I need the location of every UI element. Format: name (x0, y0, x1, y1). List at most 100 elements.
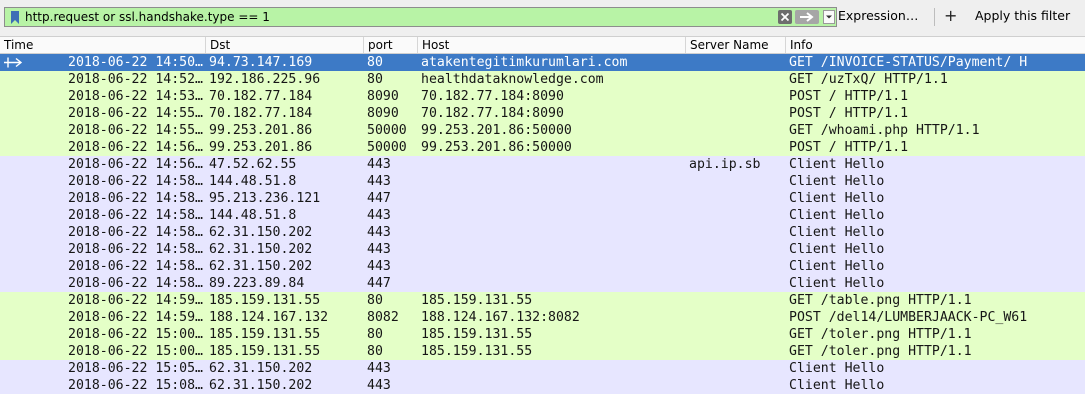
cell-host: healthdataknowledge.com (421, 72, 604, 87)
cell-dst: 99.253.201.86 (209, 123, 313, 138)
packet-row[interactable]: 2018-06-22 15:00… 185.159.131.55 80 185.159… (0, 343, 1085, 360)
cell-info: GET /uzTxQ/ HTTP/1.1 (789, 72, 948, 87)
cell-time: 2018-06-22 14:59… (68, 310, 203, 325)
packet-row[interactable]: 2018-06-22 14:58… 62.31.150.202 443 Client … (0, 224, 1085, 241)
cell-time: 2018-06-22 15:00… (68, 327, 203, 342)
cell-port: 443 (367, 361, 391, 376)
cell-port: 80 (367, 344, 383, 359)
cell-server-name (685, 360, 786, 377)
packet-row[interactable]: 2018-06-22 14:53… 70.182.77.184 8090 70.182… (0, 88, 1085, 105)
cell-time: 2018-06-22 15:00… (68, 344, 203, 359)
display-filter-input[interactable] (25, 8, 765, 26)
cell-server-name (685, 343, 786, 360)
bookmark-icon[interactable] (11, 11, 19, 24)
display-filter-field[interactable] (4, 7, 837, 27)
cell-port: 443 (367, 378, 391, 393)
cell-host: 188.124.167.132:8082 (421, 310, 580, 325)
packet-row-selected[interactable]: 2018-06-22 14:50… 94.73.147.169 80 atakente… (0, 54, 1085, 71)
packet-row[interactable]: 2018-06-22 14:56… 47.52.62.55 443 api.ip.sb… (0, 156, 1085, 173)
cell-info: Client Hello (789, 378, 885, 393)
cell-time: 2018-06-22 14:58… (68, 174, 203, 189)
cell-dst: 70.182.77.184 (209, 106, 313, 121)
cell-dst: 192.186.225.96 (209, 72, 321, 87)
cell-host (417, 258, 685, 275)
cell-dst: 62.31.150.202 (209, 242, 313, 257)
cell-time: 2018-06-22 14:58… (68, 208, 203, 223)
cell-port: 80 (367, 327, 383, 342)
cell-info: GET /INVOICE-STATUS/Payment/ H (789, 55, 1028, 70)
cell-server-name (685, 224, 786, 241)
packet-row[interactable]: 2018-06-22 14:56… 99.253.201.86 50000 99.25… (0, 139, 1085, 156)
packet-row[interactable]: 2018-06-22 14:58… 95.213.236.121 447 Client… (0, 190, 1085, 207)
cell-server-name (685, 139, 786, 156)
cell-server-name (685, 292, 786, 309)
cell-info: Client Hello (789, 276, 885, 291)
packet-list-header: Time Dst port Host Server Name Info (0, 36, 1085, 54)
packet-row[interactable]: 2018-06-22 15:00… 185.159.131.55 80 185.159… (0, 326, 1085, 343)
column-header-dst[interactable]: Dst (205, 37, 363, 53)
expression-button[interactable]: Expression… (838, 8, 918, 26)
packet-row[interactable]: 2018-06-22 14:55… 99.253.201.86 50000 99.25… (0, 122, 1085, 139)
cell-dst: 144.48.51.8 (209, 174, 297, 189)
clear-filter-icon[interactable] (778, 10, 792, 24)
cell-info: POST / HTTP/1.1 (789, 140, 909, 155)
cell-time: 2018-06-22 14:58… (68, 259, 203, 274)
cell-time: 2018-06-22 14:59… (68, 293, 203, 308)
column-header-time[interactable]: Time (0, 37, 205, 53)
cell-dst: 95.213.236.121 (209, 191, 321, 206)
cell-dst: 62.31.150.202 (209, 378, 313, 393)
column-header-port[interactable]: port (363, 37, 417, 53)
cell-server-name (685, 207, 786, 224)
cell-info: Client Hello (789, 361, 885, 376)
toolbar-separator (934, 8, 935, 26)
cell-server-name (685, 275, 786, 292)
packet-row[interactable]: 2018-06-22 14:59… 188.124.167.132 8082 188.… (0, 309, 1085, 326)
cell-host (417, 156, 685, 173)
apply-this-filter-button[interactable]: Apply this filter (975, 8, 1070, 23)
cell-dst: 99.253.201.86 (209, 140, 313, 155)
cell-time: 2018-06-22 14:58… (68, 225, 203, 240)
packet-row[interactable]: 2018-06-22 14:58… 62.31.150.202 443 Client … (0, 258, 1085, 275)
cell-time: 2018-06-22 14:50… (68, 55, 203, 70)
packet-row[interactable]: 2018-06-22 14:58… 144.48.51.8 443 Client He… (0, 207, 1085, 224)
cell-host (417, 190, 685, 207)
cell-server-name (685, 71, 786, 88)
apply-arrow-icon[interactable] (795, 10, 819, 24)
cell-time: 2018-06-22 14:58… (68, 276, 203, 291)
cell-dst: 62.31.150.202 (209, 225, 313, 240)
packet-row[interactable]: 2018-06-22 15:05… 62.31.150.202 443 Client … (0, 360, 1085, 377)
cell-info: Client Hello (789, 225, 885, 240)
cell-host (417, 377, 685, 394)
cell-server-name: api.ip.sb (689, 157, 761, 172)
column-header-host[interactable]: Host (417, 37, 685, 53)
filter-history-dropdown-icon[interactable] (823, 10, 835, 24)
packet-row[interactable]: 2018-06-22 14:52… 192.186.225.96 80 healthd… (0, 71, 1085, 88)
column-header-info[interactable]: Info (785, 37, 1085, 53)
packet-row[interactable]: 2018-06-22 14:59… 185.159.131.55 80 185.159… (0, 292, 1085, 309)
cell-dst: 185.159.131.55 (209, 293, 321, 308)
packet-row[interactable]: 2018-06-22 14:58… 144.48.51.8 443 Client He… (0, 173, 1085, 190)
cell-dst: 70.182.77.184 (209, 89, 313, 104)
cell-dst: 94.73.147.169 (209, 55, 313, 70)
packet-row[interactable]: 2018-06-22 14:58… 89.223.89.84 447 Client H… (0, 275, 1085, 292)
add-filter-button-icon[interactable]: + (944, 6, 957, 25)
cell-server-name (685, 122, 786, 139)
cell-port: 447 (367, 191, 391, 206)
cell-server-name (685, 258, 786, 275)
cell-info: GET /toler.png HTTP/1.1 (789, 344, 972, 359)
column-header-server-name[interactable]: Server Name (685, 37, 785, 53)
cell-server-name (685, 190, 786, 207)
packet-row[interactable]: 2018-06-22 15:08… 62.31.150.202 443 Client … (0, 377, 1085, 394)
cell-time: 2018-06-22 14:56… (68, 140, 203, 155)
cell-dst: 144.48.51.8 (209, 208, 297, 223)
cell-port: 443 (367, 208, 391, 223)
cell-dst: 185.159.131.55 (209, 327, 321, 342)
cell-port: 8090 (367, 106, 399, 121)
packet-row[interactable]: 2018-06-22 14:58… 62.31.150.202 443 Client … (0, 241, 1085, 258)
cell-info: POST / HTTP/1.1 (789, 89, 909, 104)
cell-host: 99.253.201.86:50000 (421, 140, 572, 155)
cell-port: 50000 (367, 123, 407, 138)
cell-info: Client Hello (789, 259, 885, 274)
cell-port: 80 (367, 72, 383, 87)
packet-row[interactable]: 2018-06-22 14:55… 70.182.77.184 8090 70.182… (0, 105, 1085, 122)
